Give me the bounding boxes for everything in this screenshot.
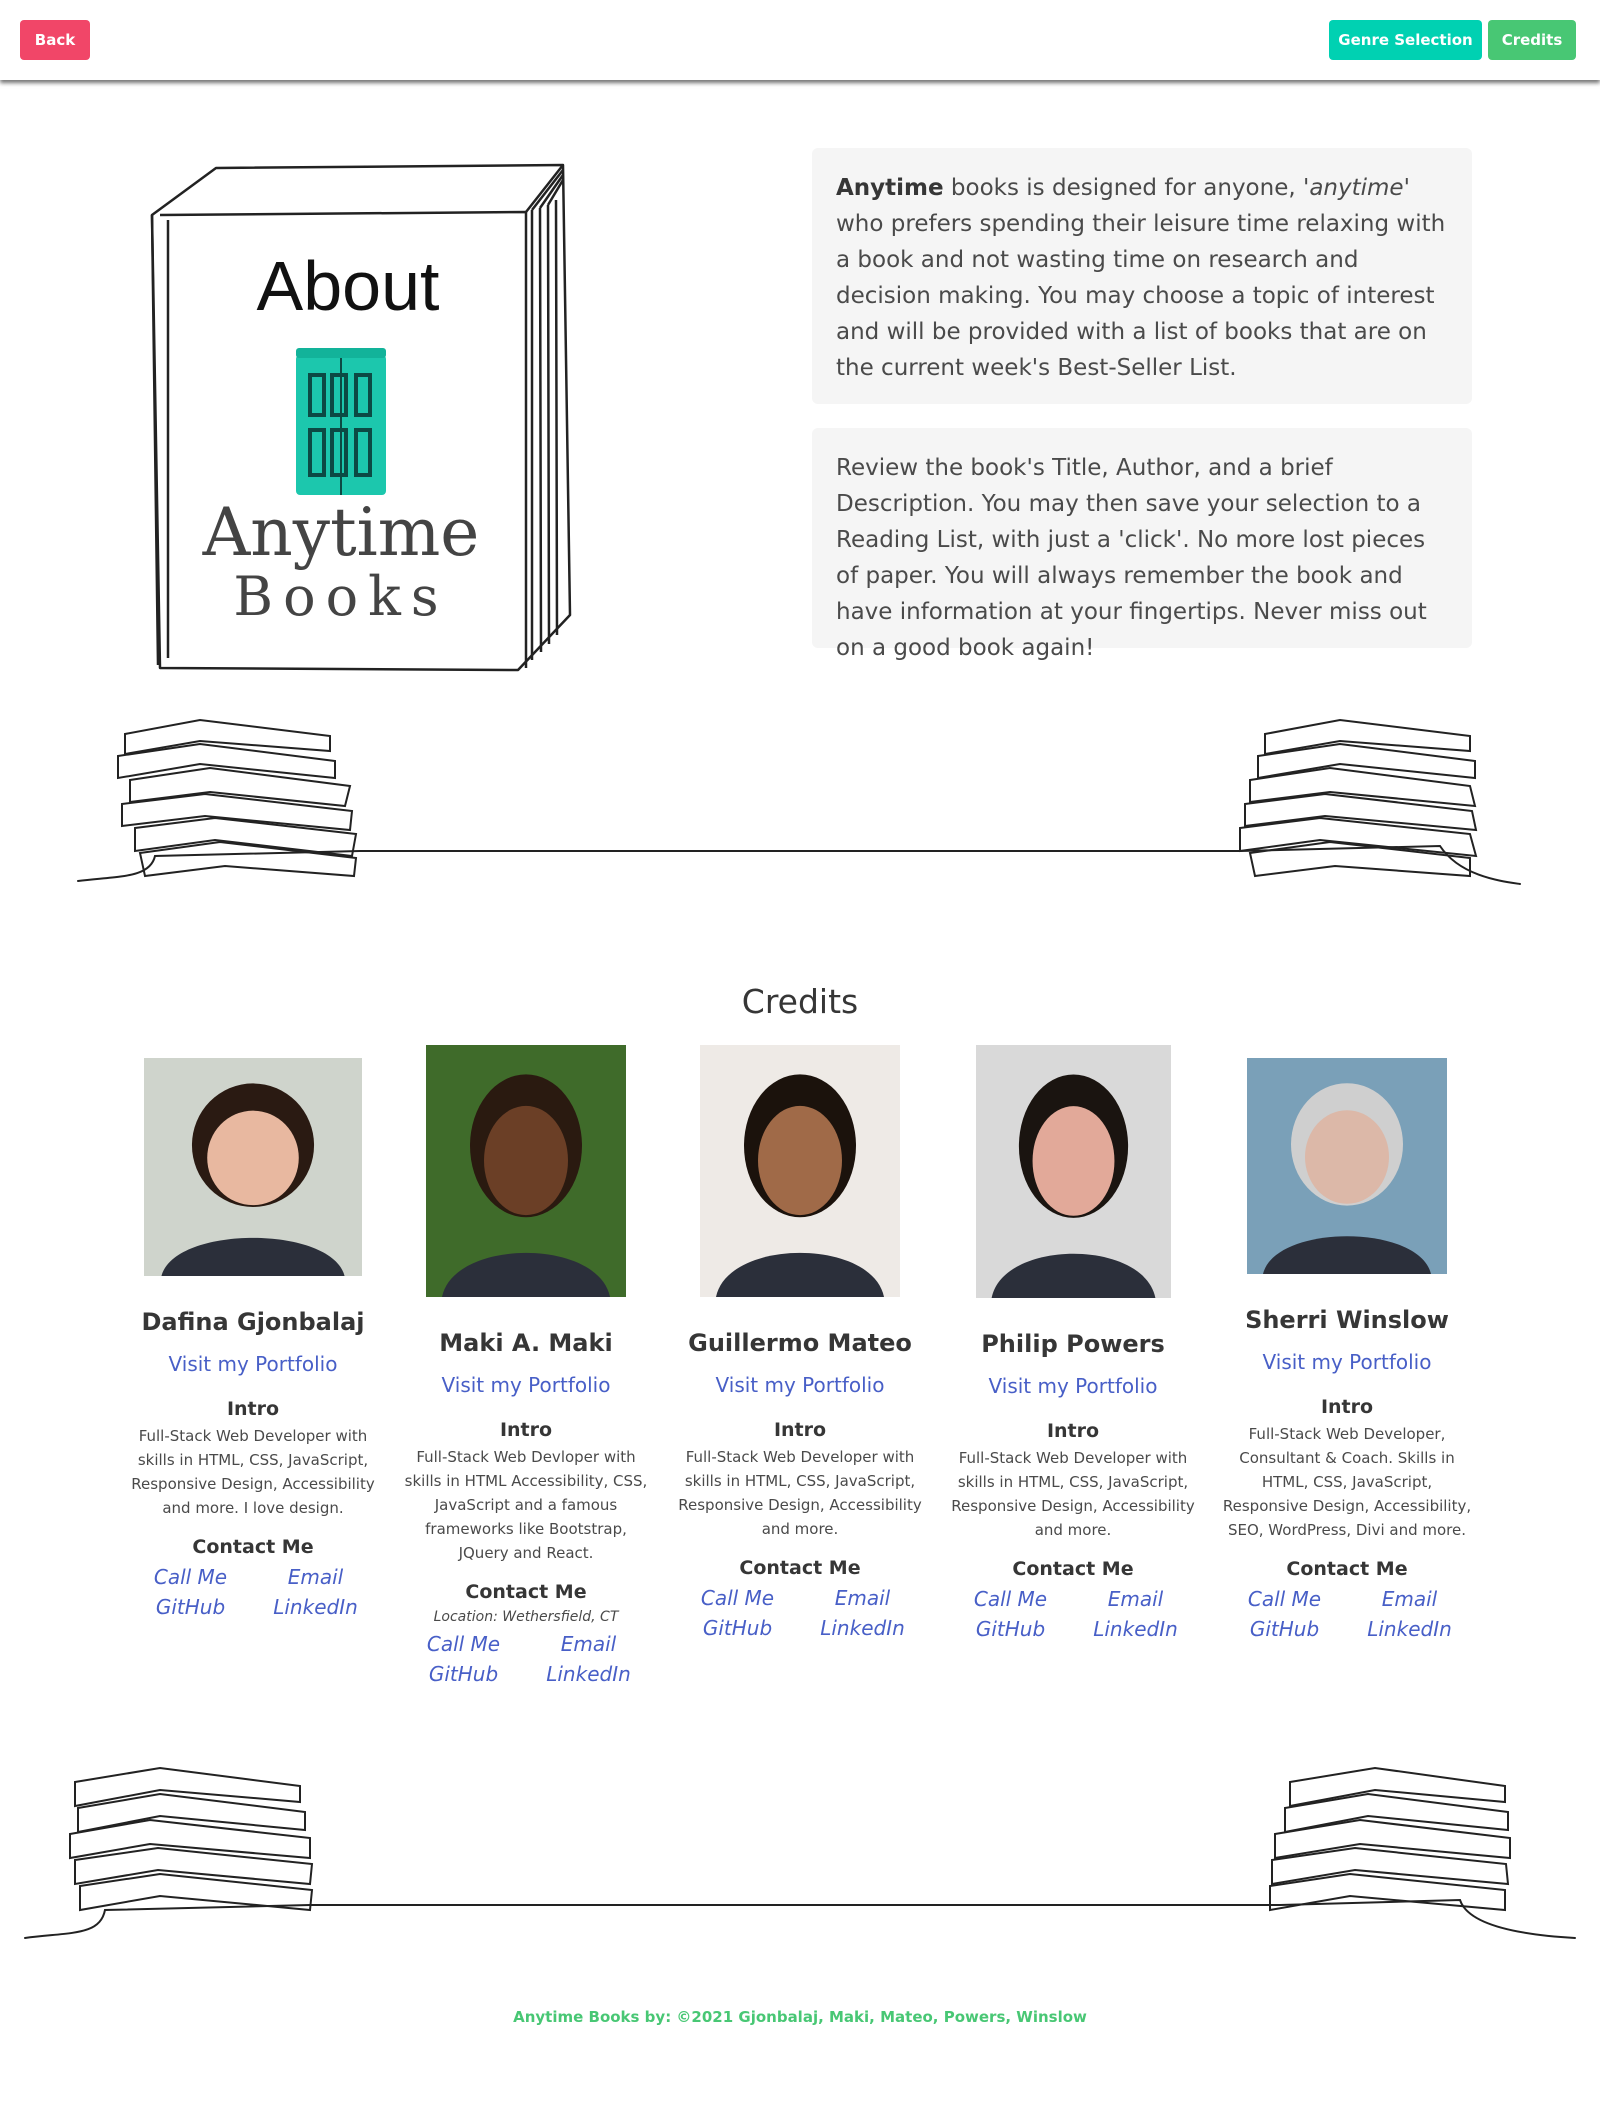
credit-card: Philip Powers Visit my Portfolio Intro F… [948, 1045, 1198, 1642]
linkedin-link[interactable]: LinkedIn [800, 1615, 925, 1641]
credit-card: Sherri Winslow Visit my Portfolio Intro … [1222, 1058, 1472, 1642]
book-brand-books: Books [233, 565, 448, 628]
book-brand-anytime: Anytime [202, 494, 480, 571]
credits-button[interactable]: Credits [1488, 20, 1576, 60]
contact-heading: Contact Me [1286, 1558, 1408, 1580]
linkedin-link[interactable]: LinkedIn [1347, 1616, 1472, 1642]
avatar [426, 1045, 626, 1297]
contact-heading: Contact Me [465, 1581, 587, 1603]
email-link[interactable]: Email [253, 1564, 378, 1590]
linkedin-link[interactable]: LinkedIn [526, 1661, 651, 1687]
email-link[interactable]: Email [1073, 1586, 1198, 1612]
intro-heading: Intro [773, 1419, 827, 1441]
call-me-link[interactable]: Call Me [675, 1585, 800, 1611]
book-stack-divider-top [77, 718, 1521, 885]
contact-heading: Contact Me [739, 1557, 861, 1579]
footer-credits: Anytime Books by: ©2021 Gjonbalaj, Maki,… [513, 2008, 1087, 2026]
portfolio-link[interactable]: Visit my Portfolio [128, 1352, 378, 1376]
intro-heading: Intro [226, 1398, 280, 1420]
intro-heading: Intro [499, 1419, 553, 1441]
location-text: Location: Wethersfield, CT [433, 1609, 619, 1625]
about-review-text: Review the book's Title, Author, and a b… [836, 455, 1427, 661]
contact-links: Call Me Email GitHub LinkedIn [948, 1586, 1198, 1642]
book-stack-right [1239, 718, 1478, 878]
email-link[interactable]: Email [1347, 1586, 1472, 1612]
portfolio-link[interactable]: Visit my Portfolio [1222, 1350, 1472, 1374]
person-name: Maki A. Maki [439, 1329, 613, 1357]
contact-heading: Contact Me [192, 1536, 314, 1558]
avatar [144, 1058, 362, 1276]
github-link[interactable]: GitHub [1222, 1616, 1347, 1642]
credit-card: Dafina Gjonbalaj Visit my Portfolio Intr… [128, 1058, 378, 1620]
top-navbar: Back Genre Selection Credits [0, 0, 1600, 80]
intro-text: Full-Stack Web Devloper with skills in H… [404, 1448, 648, 1562]
person-name: Sherri Winslow [1245, 1306, 1449, 1334]
intro-heading: Intro [1046, 1420, 1100, 1442]
about-text-part: ' who prefers spending their leisure tim… [836, 175, 1446, 381]
contact-links: Call Me Email GitHub LinkedIn [128, 1564, 378, 1620]
call-me-link[interactable]: Call Me [948, 1586, 1073, 1612]
intro-heading: Intro [1320, 1396, 1374, 1418]
person-name: Philip Powers [981, 1330, 1165, 1358]
person-name: Guillermo Mateo [688, 1329, 912, 1357]
call-me-link[interactable]: Call Me [1222, 1586, 1347, 1612]
credit-card: Guillermo Mateo Visit my Portfolio Intro… [675, 1045, 925, 1641]
intro-text: Full-Stack Web Developer with skills in … [951, 1449, 1195, 1539]
book-stack-left-bottom [69, 1766, 314, 1912]
avatar [1247, 1058, 1447, 1274]
intro-text: Full-Stack Web Developer, Consultant & C… [1222, 1425, 1472, 1539]
linkedin-link[interactable]: LinkedIn [1073, 1616, 1198, 1642]
call-me-link[interactable]: Call Me [401, 1631, 526, 1657]
credit-card: Maki A. Maki Visit my Portfolio Intro Fu… [401, 1045, 651, 1687]
about-book-illustration: About Anytime Books [150, 163, 572, 672]
wardrobe-logo-icon [296, 348, 386, 495]
email-link[interactable]: Email [526, 1631, 651, 1657]
portfolio-link[interactable]: Visit my Portfolio [675, 1373, 925, 1397]
person-name: Dafina Gjonbalaj [141, 1308, 365, 1336]
github-link[interactable]: GitHub [128, 1594, 253, 1620]
about-emphasis: anytime [1309, 175, 1404, 201]
avatar [975, 1045, 1171, 1298]
intro-text: Full-Stack Web Developer with skills in … [678, 1448, 922, 1538]
portfolio-link[interactable]: Visit my Portfolio [948, 1374, 1198, 1398]
book-stack-right-bottom [1269, 1766, 1511, 1912]
linkedin-link[interactable]: LinkedIn [253, 1594, 378, 1620]
book-title-about: About [257, 247, 440, 325]
portfolio-link[interactable]: Visit my Portfolio [401, 1373, 651, 1397]
book-stack-left [117, 718, 358, 878]
about-brand-strong: Anytime [836, 175, 944, 201]
contact-heading: Contact Me [1012, 1558, 1134, 1580]
about-text-part: books is designed for anyone, ' [943, 175, 1310, 201]
email-link[interactable]: Email [800, 1585, 925, 1611]
about-box-intro: Anytime books is designed for anyone, 'a… [812, 148, 1472, 404]
credits-heading: Credits [741, 982, 859, 1021]
call-me-link[interactable]: Call Me [128, 1564, 253, 1590]
github-link[interactable]: GitHub [675, 1615, 800, 1641]
github-link[interactable]: GitHub [948, 1616, 1073, 1642]
contact-links: Call Me Email GitHub LinkedIn [401, 1631, 651, 1687]
github-link[interactable]: GitHub [401, 1661, 526, 1687]
about-box-review: Review the book's Title, Author, and a b… [812, 428, 1472, 661]
contact-links: Call Me Email GitHub LinkedIn [1222, 1586, 1472, 1642]
avatar [700, 1045, 900, 1297]
back-button[interactable]: Back [20, 20, 90, 60]
contact-links: Call Me Email GitHub LinkedIn [675, 1585, 925, 1641]
intro-text: Full-Stack Web Developer with skills in … [131, 1427, 375, 1517]
book-stack-divider-bottom [24, 1766, 1576, 1939]
genre-selection-button[interactable]: Genre Selection [1329, 20, 1482, 60]
